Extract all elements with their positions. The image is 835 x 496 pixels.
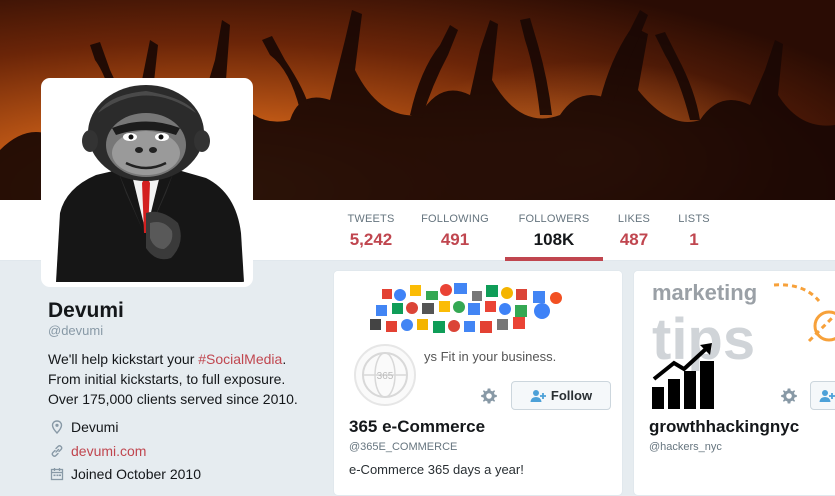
- banner-caption: ys Fit in your business.: [424, 349, 556, 364]
- card-bio: e-Commerce 365 days a year!: [349, 462, 524, 477]
- follow-button[interactable]: [810, 381, 835, 410]
- website-link[interactable]: devumi.com: [71, 443, 146, 459]
- profile-joined: Joined October 2010: [50, 466, 201, 482]
- profile-avatar[interactable]: [41, 78, 253, 287]
- add-user-icon: [819, 389, 835, 402]
- calendar-icon: [50, 468, 64, 481]
- stat-label: LIKES: [617, 213, 651, 225]
- stat-label: FOLLOWING: [421, 213, 489, 225]
- joined-text: Joined October 2010: [71, 466, 201, 482]
- location-pin-icon: [51, 420, 63, 434]
- card-name[interactable]: growthhackingnyc: [649, 417, 799, 437]
- growth-chart-logo: [652, 343, 714, 409]
- stat-value: 491: [440, 230, 470, 249]
- card-name[interactable]: 365 e-Commerce: [349, 417, 485, 437]
- profile-location: Devumi: [50, 419, 118, 435]
- stat-tweets[interactable]: TWEETS 5,242: [346, 200, 396, 261]
- stat-followers[interactable]: FOLLOWERS 108K: [505, 200, 603, 261]
- location-text: Devumi: [71, 419, 119, 435]
- bio-text: .: [282, 351, 287, 367]
- stat-label: LISTS: [678, 213, 710, 225]
- add-user-icon: [530, 389, 546, 402]
- bio-hashtag-link[interactable]: #SocialMedia: [198, 351, 282, 367]
- stat-label: FOLLOWERS: [518, 213, 590, 225]
- gear-icon[interactable]: [780, 387, 798, 405]
- link-icon: [51, 445, 63, 457]
- bio-text: Over 175,000 clients served since 2010.: [48, 391, 298, 407]
- follow-button[interactable]: Follow: [511, 381, 611, 410]
- card-handle[interactable]: @365E_COMMERCE: [349, 441, 457, 453]
- bio-text: From initial kickstarts, to full exposur…: [48, 371, 286, 387]
- stat-value: 5,242: [349, 230, 393, 249]
- user-card-growthhackingnyc[interactable]: marketing tips growthhackingnyc @hackers…: [633, 270, 835, 496]
- profile-bio: We'll help kickstart your #SocialMedia. …: [48, 349, 323, 409]
- card-avatar[interactable]: 365: [354, 344, 416, 406]
- profile-handle: @devumi: [48, 323, 104, 338]
- stat-value: 487: [619, 230, 649, 249]
- gear-icon[interactable]: [480, 387, 498, 405]
- bio-text: We'll help kickstart your: [48, 351, 199, 367]
- banner-text-marketing: marketing: [652, 280, 757, 305]
- follow-label: Follow: [550, 388, 593, 403]
- stat-lists[interactable]: LISTS 1: [677, 200, 711, 261]
- svg-text:365: 365: [377, 371, 394, 382]
- gorilla-mascot-image: [56, 85, 244, 282]
- stat-following[interactable]: FOLLOWING 491: [420, 200, 490, 261]
- stat-likes[interactable]: LIKES 487: [615, 200, 653, 261]
- stat-value: 108K: [533, 230, 575, 249]
- stat-value: 1: [689, 230, 699, 249]
- card-avatar[interactable]: [650, 341, 718, 411]
- profile-website[interactable]: devumi.com: [50, 443, 146, 459]
- user-card-365ecommerce[interactable]: ys Fit in your business. 365 Follow 365 …: [333, 270, 623, 496]
- card-handle[interactable]: @hackers_nyc: [649, 441, 722, 453]
- globe-365-logo: 365: [362, 352, 408, 398]
- stat-label: TWEETS: [347, 213, 395, 225]
- profile-name: Devumi: [48, 299, 124, 322]
